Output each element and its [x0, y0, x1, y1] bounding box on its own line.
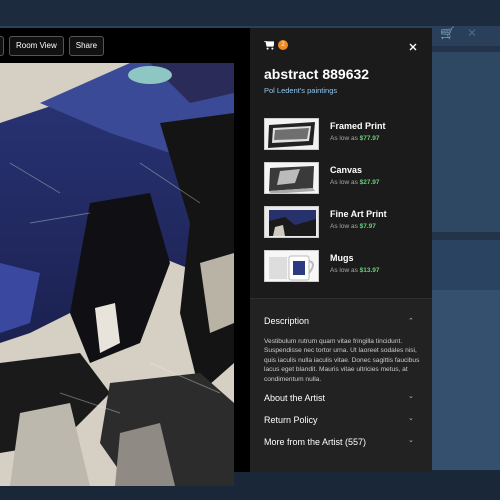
chevron-down-icon[interactable]: ⌄ — [408, 436, 414, 444]
chevron-down-icon[interactable]: ⌄ — [408, 392, 414, 400]
background-image-tile — [432, 240, 500, 290]
background-close-icon: ✕ — [466, 26, 478, 40]
chevron-up-icon[interactable]: ⌃ — [408, 317, 414, 325]
artwork-title: abstract 889632 — [264, 66, 370, 82]
price-prefix: As low as — [330, 179, 360, 186]
close-icon — [409, 43, 417, 51]
framed-print-thumbnail — [264, 118, 319, 150]
background-cart-icon: 🛒 — [440, 26, 455, 40]
artwork-image[interactable] — [0, 63, 234, 486]
option-price-text: As low as $7.97 — [330, 223, 376, 230]
option-price: $77.97 — [359, 135, 380, 142]
option-name: Mugs — [330, 253, 354, 263]
option-price: $13.97 — [359, 267, 380, 274]
price-prefix: As low as — [330, 135, 360, 142]
description-header[interactable]: Description — [264, 316, 309, 326]
chevron-down-icon[interactable]: ⌄ — [408, 414, 414, 422]
cart-count-badge: 2 — [278, 40, 288, 50]
option-price: $7.97 — [359, 223, 376, 230]
fine-art-print-thumbnail — [264, 206, 319, 238]
share-button[interactable]: Share — [68, 36, 105, 56]
cart-icon — [264, 40, 274, 50]
cart-button[interactable]: 2 — [264, 40, 288, 50]
option-framed-print[interactable]: Framed Print As low as $77.97 — [264, 118, 424, 152]
option-canvas[interactable]: Canvas As low as $27.97 — [264, 162, 424, 196]
option-name: Canvas — [330, 165, 363, 175]
room-view-button[interactable]: Room View — [9, 36, 64, 56]
viewer-toolbar: Room View Share — [0, 36, 105, 56]
price-prefix: As low as — [330, 223, 360, 230]
description-text: Vestibulum rutrum quam vitae fringilla t… — [264, 338, 420, 383]
option-price-text: As low as $77.97 — [330, 135, 380, 142]
close-button[interactable] — [407, 40, 419, 52]
option-mugs[interactable]: Mugs As low as $13.97 — [264, 250, 424, 284]
about-artist-header[interactable]: About the Artist — [264, 393, 325, 403]
artist-paintings-link[interactable]: Pol Ledent's paintings — [264, 86, 337, 95]
option-fine-art-print[interactable]: Fine Art Print As low as $7.97 — [264, 206, 424, 240]
option-name: Framed Print — [330, 121, 386, 131]
background-image-tile — [432, 52, 500, 232]
price-prefix: As low as — [330, 267, 360, 274]
artwork-viewer: Room View Share — [0, 28, 250, 486]
option-price: $27.97 — [359, 179, 380, 186]
option-name: Fine Art Print — [330, 209, 387, 219]
canvas-thumbnail — [264, 162, 319, 194]
mugs-thumbnail — [264, 250, 319, 282]
background-header — [0, 0, 500, 26]
hidden-toolbar-button[interactable] — [0, 36, 4, 56]
more-from-artist-header[interactable]: More from the Artist (557) — [264, 437, 366, 447]
return-policy-header[interactable]: Return Policy — [264, 415, 318, 425]
background-header-icons: 🛒 ✕ — [440, 26, 489, 40]
product-panel: 2 abstract 889632 Pol Ledent's paintings… — [250, 28, 432, 472]
option-price-text: As low as $13.97 — [330, 267, 380, 274]
product-details-accordion: Description ⌃ Vestibulum rutrum quam vit… — [250, 298, 432, 472]
option-price-text: As low as $27.97 — [330, 179, 380, 186]
